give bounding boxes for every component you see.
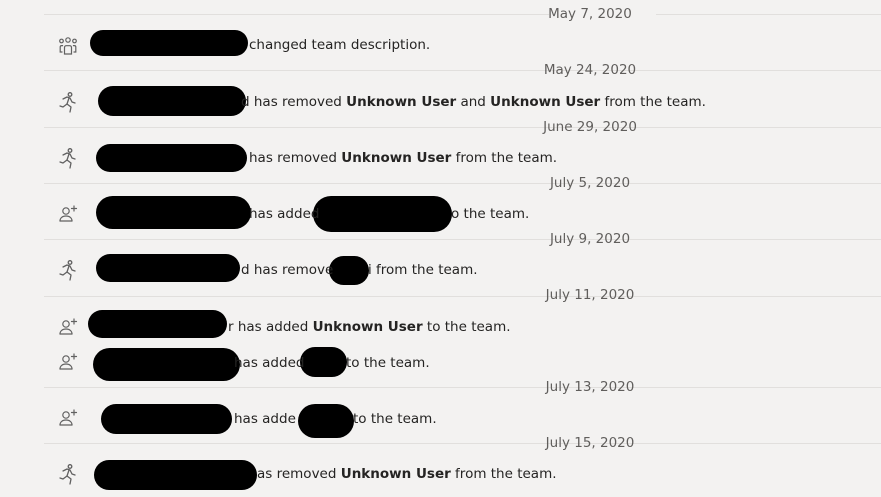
event-text: has removed Unknown User from the team. [249, 150, 558, 166]
add-person-icon [57, 407, 79, 429]
divider [44, 443, 881, 444]
redaction [313, 196, 452, 232]
event-text: d has removed Unknown User and Unknown U… [241, 94, 706, 110]
redaction [96, 144, 247, 172]
redaction [96, 196, 251, 229]
redaction [298, 404, 354, 438]
date-header: July 5, 2020 [549, 175, 631, 191]
event-text: r has added Unknown User to the team. [228, 319, 511, 335]
redaction [90, 30, 248, 56]
divider [44, 296, 881, 297]
date-header: July 13, 2020 [545, 379, 635, 395]
divider [656, 14, 881, 15]
divider [44, 183, 881, 184]
event-text: as removed Unknown User from the team. [257, 466, 557, 482]
divider [44, 70, 881, 71]
redaction [329, 256, 369, 285]
date-header: July 11, 2020 [545, 287, 635, 303]
event-text: has adde [234, 411, 296, 427]
date-header: July 9, 2020 [549, 231, 631, 247]
redaction [101, 404, 232, 434]
date-header: June 29, 2020 [543, 119, 637, 135]
leave-icon [57, 91, 79, 113]
add-person-icon [57, 351, 79, 373]
divider [44, 127, 881, 128]
redaction [93, 348, 240, 381]
leave-icon [57, 463, 79, 485]
add-person-icon [57, 203, 79, 225]
event-text: has added [234, 355, 305, 371]
redaction [88, 310, 227, 338]
leave-icon [57, 147, 79, 169]
event-text: to the team. [353, 411, 437, 427]
date-header: May 7, 2020 [548, 6, 632, 22]
divider [44, 14, 549, 15]
event-text: i from the team. [368, 262, 478, 278]
event-text: d has remove [241, 262, 334, 278]
leave-icon [57, 259, 79, 281]
divider [44, 387, 881, 388]
add-person-icon [57, 316, 79, 338]
date-header: May 24, 2020 [543, 62, 637, 78]
redaction [94, 460, 257, 490]
redaction [98, 86, 246, 116]
redaction [300, 347, 347, 377]
event-text: has added [249, 206, 320, 222]
event-text: changed team description. [249, 37, 431, 53]
event-text: to the team. [346, 355, 430, 371]
divider [44, 239, 881, 240]
team-icon [57, 35, 79, 57]
event-text: o the team. [451, 206, 530, 222]
redaction [96, 254, 240, 282]
date-header: July 15, 2020 [545, 435, 635, 451]
